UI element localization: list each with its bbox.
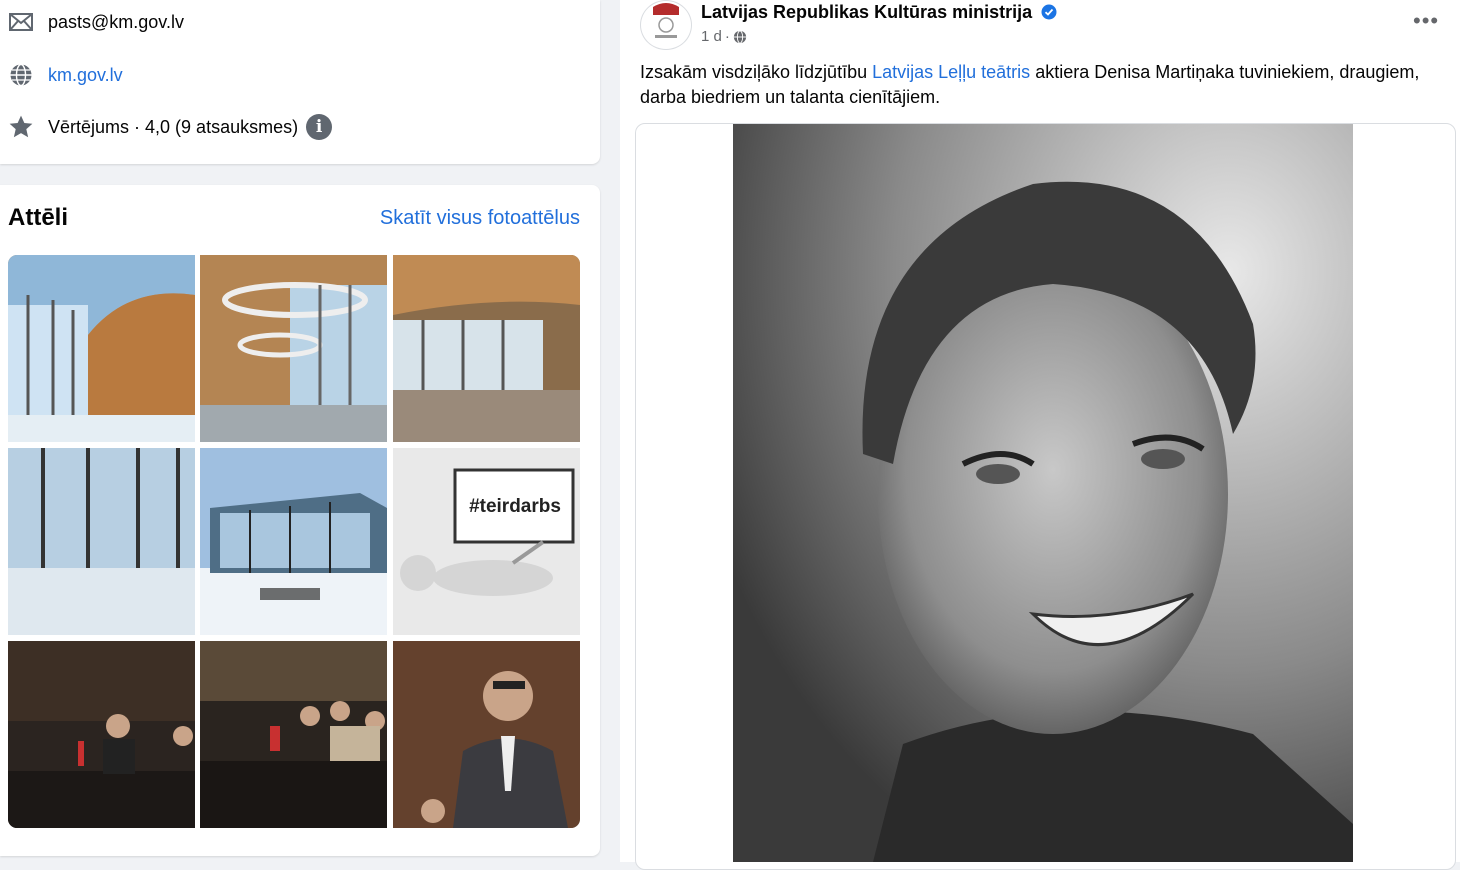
post-text: Izsakām visdziļāko līdzjūtību Latvijas L…: [640, 60, 1450, 110]
photo-tile[interactable]: [8, 255, 195, 442]
photo-tile-teirdarbs[interactable]: #teirdarbs: [393, 448, 580, 635]
photo-grid: #teirdarbs: [8, 255, 580, 828]
photo-tile[interactable]: [200, 448, 387, 635]
meta-dot: ·: [724, 28, 730, 45]
page-name-text[interactable]: Latvijas Republikas Kultūras ministrija: [701, 2, 1032, 22]
envelope-icon: [8, 9, 34, 35]
photos-title: Attēli: [8, 204, 68, 231]
page-avatar[interactable]: [640, 0, 692, 50]
website-row[interactable]: km.gov.lv: [8, 61, 123, 89]
photo-tile[interactable]: [393, 641, 580, 828]
photo-tile[interactable]: [8, 448, 195, 635]
email-text: pasts@km.gov.lv: [48, 11, 184, 32]
teirdarbs-label: #teirdarbs: [469, 496, 561, 517]
page-name[interactable]: Latvijas Republikas Kultūras ministrija: [701, 2, 1057, 25]
email-row[interactable]: pasts@km.gov.lv: [8, 8, 184, 36]
globe-small-icon: [733, 29, 747, 44]
post-meta: 1 d ·: [701, 28, 747, 45]
rating-row: Vērtējums · 4,0 (9 atsauksmes) i: [8, 113, 333, 141]
photo-tile[interactable]: [200, 255, 387, 442]
photo-tile[interactable]: [8, 641, 195, 828]
more-icon[interactable]: •••: [1413, 8, 1439, 34]
website-link[interactable]: km.gov.lv: [48, 65, 123, 86]
star-icon: [8, 114, 34, 140]
post-text-before: Izsakām visdziļāko līdzjūtību: [640, 62, 873, 82]
photo-tile[interactable]: [393, 255, 580, 442]
verified-icon: [1041, 4, 1057, 25]
see-all-photos-link[interactable]: Skatīt visus fotoattēlus: [380, 207, 580, 230]
post-time[interactable]: 1 d: [701, 28, 722, 45]
info-icon[interactable]: i: [306, 114, 333, 140]
post-photo[interactable]: [733, 124, 1353, 862]
globe-icon: [8, 62, 34, 88]
post-text-link[interactable]: Latvijas Leļļu teātris: [872, 62, 1030, 82]
photo-tile[interactable]: [200, 641, 387, 828]
rating-text: Vērtējums · 4,0 (9 atsauksmes): [48, 116, 299, 137]
